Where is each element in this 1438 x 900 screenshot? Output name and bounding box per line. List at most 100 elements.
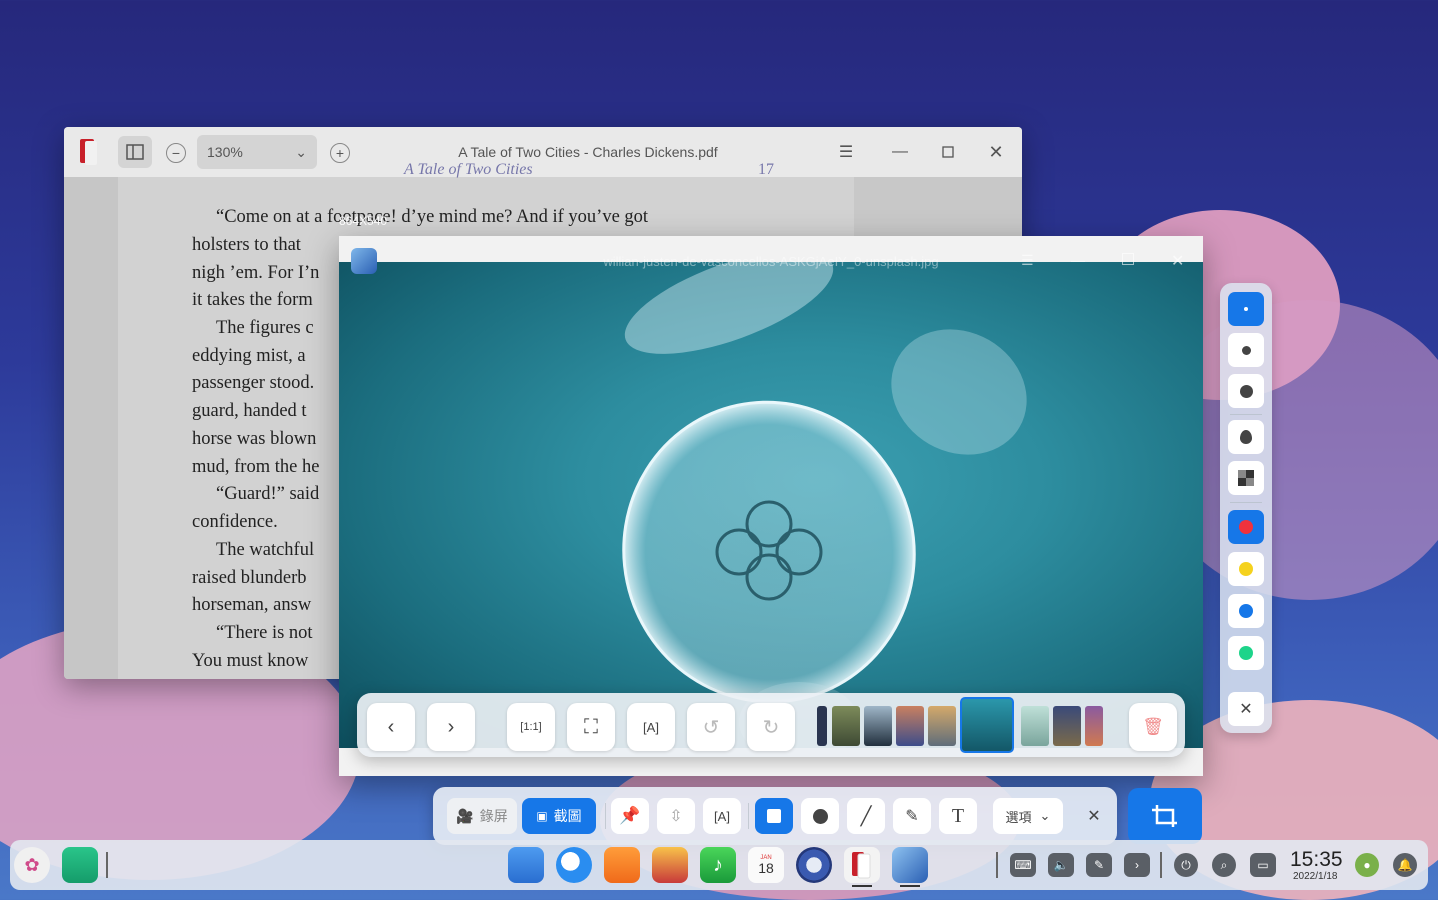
rotate-left-button[interactable]: ↺ — [687, 703, 735, 751]
scroll-capture-button[interactable]: ⇳ — [657, 798, 695, 834]
capture-button[interactable]: ▣ 截圖 — [522, 798, 596, 834]
rotate-right-button[interactable]: ↻ — [747, 703, 795, 751]
calendar-icon[interactable]: JAN 18 — [748, 847, 784, 883]
stroke-thick-button[interactable] — [1228, 374, 1264, 408]
image-viewer-window[interactable]: willian-justen-de-vasconcellos-ASKGjAeIY… — [339, 236, 1203, 776]
close-panel-button[interactable]: ✕ — [1228, 692, 1264, 726]
screenshot-toolbar: 🎥 錄屏 ▣ 截圖 📌 ⇳ [A] ╱ ✎ T 選項 ⌄ ✕ — [433, 787, 1117, 845]
ellipse-tool-button[interactable] — [801, 798, 839, 834]
chevron-right-icon[interactable]: › — [1124, 853, 1150, 877]
keyboard-icon[interactable]: ⌨ — [1010, 853, 1036, 877]
fullscreen-button[interactable]: ⛶ — [567, 703, 615, 751]
document-viewer-icon[interactable] — [844, 847, 880, 883]
file-manager-icon[interactable] — [508, 847, 544, 883]
annotation-style-panel: ✕ — [1220, 283, 1272, 733]
chevron-down-icon: ⌄ — [295, 143, 307, 160]
taskbar: ✿ ♪ JAN 18 ⌨ 🔈 ✎ › ⏻ ⌕ ▭ 15:35 2022/1/18… — [10, 840, 1428, 890]
screenshot-tray-icon[interactable]: ✎ — [1086, 853, 1112, 877]
record-button[interactable]: 🎥 錄屏 — [447, 798, 517, 834]
menu-icon[interactable]: ☰ — [836, 142, 856, 162]
power-icon[interactable]: ⏻ — [1174, 853, 1198, 877]
thumbnail-item[interactable] — [1021, 706, 1049, 746]
taskbar-divider — [996, 852, 998, 878]
line-tool-button[interactable]: ╱ — [847, 798, 885, 834]
record-label: 錄屏 — [479, 808, 508, 824]
viewer-toolbar: ‹ › [1:1] ⛶ [A] ↺ ↻ 🗑 — [357, 693, 1185, 757]
clipboard-icon[interactable]: ▭ — [1250, 853, 1276, 877]
thumbnail-item[interactable] — [896, 706, 924, 746]
pdf-text-line: You must know — [192, 651, 309, 671]
thumbnail-item[interactable] — [1085, 706, 1103, 746]
search-icon[interactable]: ⌕ — [1212, 853, 1236, 877]
stroke-thin-button[interactable] — [1228, 292, 1264, 326]
minimize-button[interactable]: — — [1071, 252, 1085, 268]
photo-gallery-icon[interactable] — [652, 847, 688, 883]
pdf-text-line: “There is not — [216, 623, 313, 643]
settings-icon[interactable] — [796, 847, 832, 883]
multitask-view-icon[interactable] — [62, 847, 98, 883]
minimize-button[interactable]: — — [890, 142, 910, 162]
pdf-app-icon — [76, 137, 102, 167]
clock-time[interactable]: 15:35 — [1290, 848, 1343, 872]
zoom-value: 130% — [207, 144, 243, 160]
pin-button[interactable]: 📌 — [611, 798, 649, 834]
thumbnail-toggle-button[interactable] — [118, 136, 152, 168]
options-dropdown[interactable]: 選項 ⌄ — [993, 798, 1063, 834]
rectangle-tool-button[interactable] — [755, 798, 793, 834]
pdf-text-line: horse was blown — [192, 429, 317, 449]
clock-date[interactable]: 2022/1/18 — [1293, 871, 1338, 882]
color-blue-swatch[interactable] — [1228, 594, 1264, 628]
pdf-text-line: confidence. — [192, 512, 278, 532]
color-red-swatch[interactable] — [1228, 510, 1264, 544]
pdf-text-line: it takes the form — [192, 290, 313, 310]
image-viewer-icon[interactable] — [892, 847, 928, 883]
color-green-swatch[interactable] — [1228, 636, 1264, 670]
maximize-button[interactable] — [938, 142, 958, 162]
thumbnail-item-selected[interactable] — [960, 697, 1014, 753]
next-image-button[interactable]: › — [427, 703, 475, 751]
pdf-text-line: “Come on at a footpace! d’ye mind me? An… — [216, 207, 649, 227]
security-center-icon[interactable]: ● — [1355, 853, 1379, 877]
browser-icon[interactable] — [556, 847, 592, 883]
ocr-button[interactable]: [A] — [703, 798, 741, 834]
pdf-side-gutter — [64, 177, 118, 679]
thumbnail-item[interactable] — [1053, 706, 1081, 746]
ocr-button[interactable]: [A] — [627, 703, 675, 751]
stroke-medium-button[interactable] — [1228, 333, 1264, 367]
panel-divider — [1230, 502, 1262, 503]
camera-icon: 🎥 — [456, 807, 474, 824]
menu-icon[interactable]: ☰ — [1021, 252, 1034, 269]
pdf-text-line: “Guard!” said — [216, 484, 320, 504]
mosaic-icon[interactable] — [1228, 461, 1264, 495]
cancel-button[interactable]: ✕ — [1079, 798, 1109, 834]
text-tool-button[interactable]: T — [939, 798, 977, 834]
previous-image-button[interactable]: ‹ — [367, 703, 415, 751]
delete-button[interactable]: 🗑 — [1129, 703, 1177, 751]
notification-bell-icon[interactable]: 🔔 — [1393, 853, 1417, 877]
volume-icon[interactable]: 🔈 — [1048, 853, 1074, 877]
pdf-text-line: The watchful — [216, 540, 315, 560]
thumbnail-item[interactable] — [817, 706, 827, 746]
zoom-select[interactable]: 130% ⌄ — [197, 135, 317, 169]
launcher-icon[interactable]: ✿ — [14, 847, 50, 883]
music-icon[interactable]: ♪ — [700, 847, 736, 883]
pdf-text-line: eddying mist, a — [192, 346, 306, 366]
pen-tool-button[interactable]: ✎ — [893, 798, 931, 834]
blur-icon[interactable] — [1228, 420, 1264, 454]
thumbnail-item[interactable] — [832, 706, 860, 746]
pdf-text-line: The figures c — [216, 318, 314, 338]
confirm-capture-button[interactable] — [1128, 788, 1202, 844]
selection-size-label: 864X540 — [339, 214, 388, 228]
close-button[interactable]: ✕ — [1171, 251, 1184, 271]
actual-size-button[interactable]: [1:1] — [507, 703, 555, 751]
thumbnail-item[interactable] — [864, 706, 892, 746]
close-button[interactable]: ✕ — [986, 142, 1006, 162]
capture-label: 截圖 — [553, 808, 582, 824]
color-yellow-swatch[interactable] — [1228, 552, 1264, 586]
capture-icon: ▣ — [536, 809, 548, 823]
maximize-button[interactable] — [1122, 253, 1134, 265]
thumbnail-item[interactable] — [928, 706, 956, 746]
zoom-out-button[interactable]: − — [166, 143, 186, 163]
zoom-in-button[interactable]: + — [330, 143, 350, 163]
app-store-icon[interactable] — [604, 847, 640, 883]
